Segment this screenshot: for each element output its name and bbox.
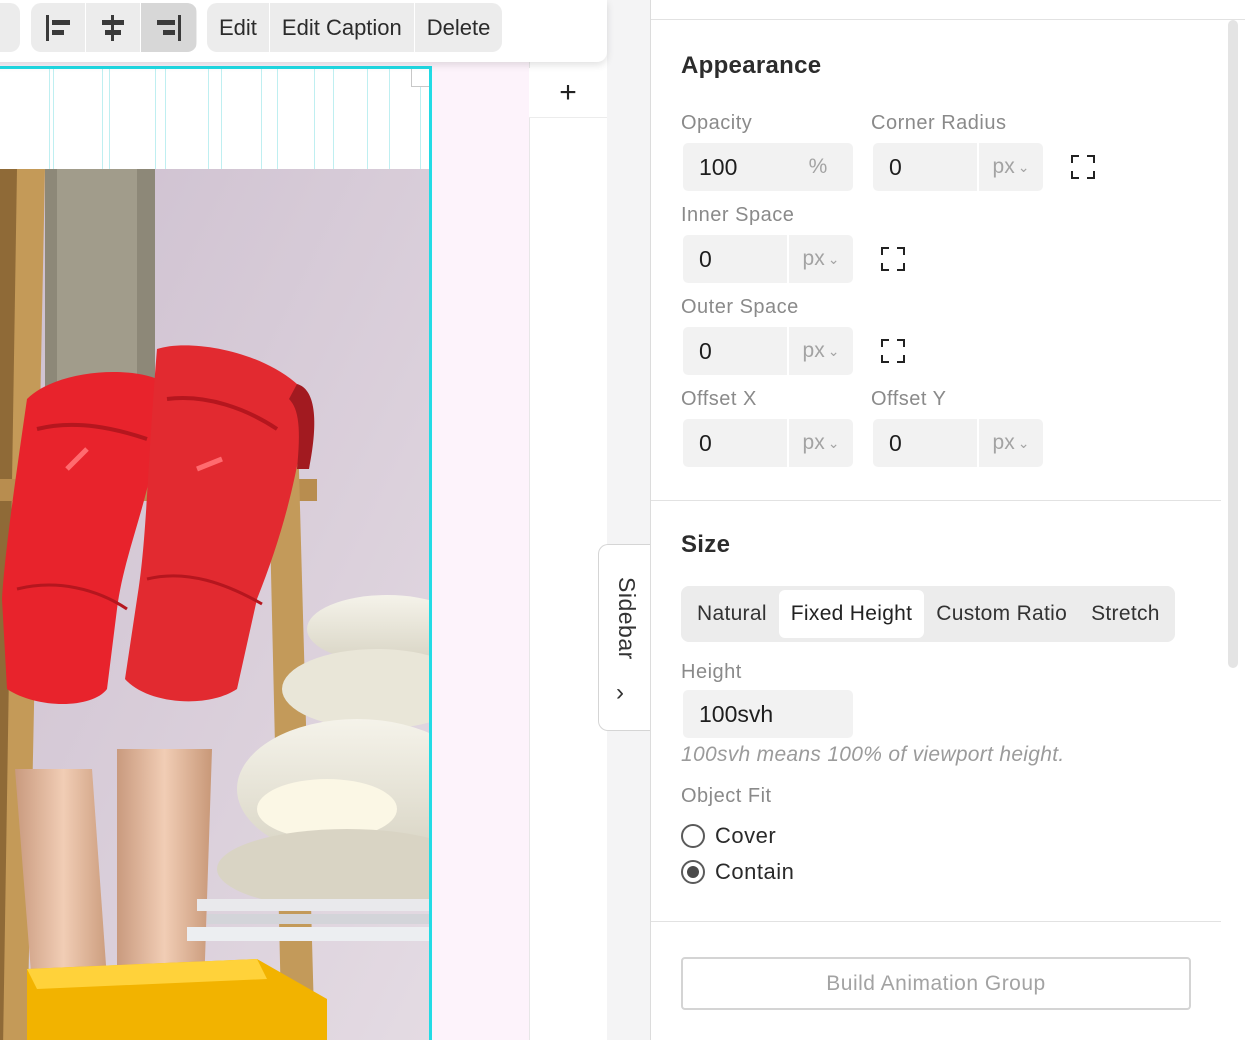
corner-radius-unit-select[interactable]: px ⌄ — [977, 143, 1043, 191]
panel-top-divider — [651, 19, 1245, 20]
offset-y-label: Offset Y — [871, 388, 947, 410]
outer-space-value[interactable]: 0 — [683, 327, 787, 375]
section-divider — [651, 500, 1221, 501]
tab-fixed-height[interactable]: Fixed Height — [778, 590, 925, 638]
edit-caption-button[interactable]: Edit Caption — [270, 3, 415, 52]
size-mode-tabs: Natural Fixed Height Custom Ratio Stretc… — [681, 586, 1175, 642]
outer-space-field[interactable]: 0 px ⌄ — [683, 327, 853, 375]
canvas-side-column — [529, 0, 607, 1040]
expand-corners-icon[interactable] — [1071, 155, 1095, 179]
align-left-icon — [43, 14, 73, 41]
alignment-group — [31, 3, 197, 52]
opacity-field[interactable]: 100 % — [683, 143, 853, 191]
grid-guide — [221, 69, 222, 169]
offset-y-field[interactable]: 0 px ⌄ — [873, 419, 1043, 467]
sidebar-toggle-tab[interactable]: Sidebar › — [598, 544, 651, 731]
radio-contain-label: Contain — [715, 859, 795, 884]
height-hint: 100svh means 100% of viewport height. — [681, 743, 1065, 766]
object-fit-cover-option[interactable]: Cover — [681, 823, 776, 849]
opacity-label: Opacity — [681, 112, 753, 134]
offset-x-field[interactable]: 0 px ⌄ — [683, 419, 853, 467]
size-heading: Size — [681, 531, 731, 558]
settings-panel: Appearance Opacity 100 % Corner Radius 0… — [650, 0, 1254, 1040]
sidebar-tab-label: Sidebar — [614, 577, 640, 660]
opacity-value[interactable]: 100 — [683, 143, 783, 191]
build-animation-group-button[interactable]: Build Animation Group — [681, 957, 1191, 1010]
corner-radius-field[interactable]: 0 px ⌄ — [873, 143, 1043, 191]
section-divider — [651, 921, 1221, 922]
object-fit-label: Object Fit — [681, 785, 772, 807]
align-center-button[interactable] — [86, 3, 141, 52]
inner-space-unit-select[interactable]: px ⌄ — [787, 235, 853, 283]
editor-canvas[interactable]: + — [0, 0, 607, 1040]
chevron-right-icon: › — [616, 679, 624, 706]
grid-guide — [389, 69, 390, 169]
offset-x-value[interactable]: 0 — [683, 419, 787, 467]
add-block-button[interactable]: + — [529, 68, 607, 118]
offset-y-value[interactable]: 0 — [873, 419, 977, 467]
grid-guide — [109, 69, 110, 169]
inner-space-value[interactable]: 0 — [683, 235, 787, 283]
align-right-icon — [154, 14, 184, 41]
offset-y-unit-select[interactable]: px ⌄ — [977, 419, 1043, 467]
outer-space-label: Outer Space — [681, 296, 799, 318]
appearance-heading: Appearance — [681, 52, 822, 79]
height-label: Height — [681, 661, 742, 683]
chevron-down-icon: ⌄ — [1017, 434, 1030, 451]
plus-icon: + — [559, 75, 577, 109]
boots-photo — [0, 169, 429, 1040]
grid-guide — [333, 69, 334, 169]
chevron-down-icon: ⌄ — [827, 342, 840, 359]
chevron-down-icon: ⌄ — [827, 434, 840, 451]
inner-space-label: Inner Space — [681, 204, 795, 226]
offset-x-label: Offset X — [681, 388, 757, 410]
tab-custom-ratio[interactable]: Custom Ratio — [924, 590, 1079, 638]
radio-cover[interactable] — [681, 824, 705, 848]
radio-contain[interactable] — [681, 860, 705, 884]
chevron-down-icon: ⌄ — [827, 250, 840, 267]
opacity-unit: % — [808, 155, 828, 178]
inner-space-field[interactable]: 0 px ⌄ — [683, 235, 853, 283]
block-toolbar: Edit Edit Caption Delete — [0, 0, 607, 62]
layout-grid-guides — [0, 69, 429, 169]
grid-guide — [165, 69, 166, 169]
edit-button[interactable]: Edit — [207, 3, 270, 52]
corner-radius-label: Corner Radius — [871, 112, 1007, 134]
grid-guide — [277, 69, 278, 169]
expand-inner-space-icon[interactable] — [881, 247, 905, 271]
corner-radius-value[interactable]: 0 — [873, 143, 977, 191]
align-left-button[interactable] — [31, 3, 86, 52]
tab-stretch[interactable]: Stretch — [1079, 590, 1172, 638]
height-input[interactable]: 100svh — [683, 690, 853, 738]
offset-x-unit-select[interactable]: px ⌄ — [787, 419, 853, 467]
selected-image-block[interactable] — [0, 66, 432, 1040]
toolbar-button-clipped[interactable] — [0, 3, 14, 52]
outer-space-unit-select[interactable]: px ⌄ — [787, 327, 853, 375]
panel-scrollbar[interactable] — [1228, 20, 1238, 668]
delete-button[interactable]: Delete — [415, 3, 503, 52]
object-fit-contain-option[interactable]: Contain — [681, 859, 794, 885]
action-group: Edit Edit Caption Delete — [207, 3, 503, 52]
resize-handle[interactable] — [411, 69, 429, 87]
grid-guide — [53, 69, 54, 169]
align-right-button[interactable] — [141, 3, 196, 52]
tab-natural[interactable]: Natural — [685, 590, 779, 638]
chevron-down-icon: ⌄ — [1017, 158, 1030, 175]
toolbar-group-clipped — [0, 3, 20, 52]
radio-cover-label: Cover — [715, 823, 777, 848]
expand-outer-space-icon[interactable] — [881, 339, 905, 363]
align-center-icon — [98, 14, 128, 41]
